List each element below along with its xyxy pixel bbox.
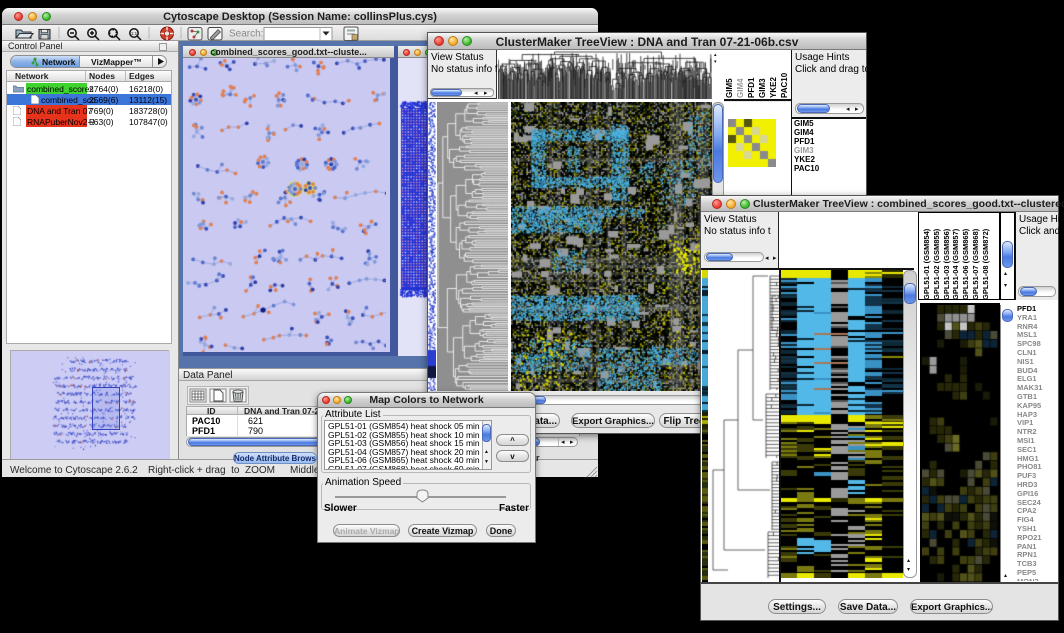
svg-text:1:1: 1:1 <box>131 31 138 36</box>
svg-text:Search:: Search: <box>229 29 263 40</box>
